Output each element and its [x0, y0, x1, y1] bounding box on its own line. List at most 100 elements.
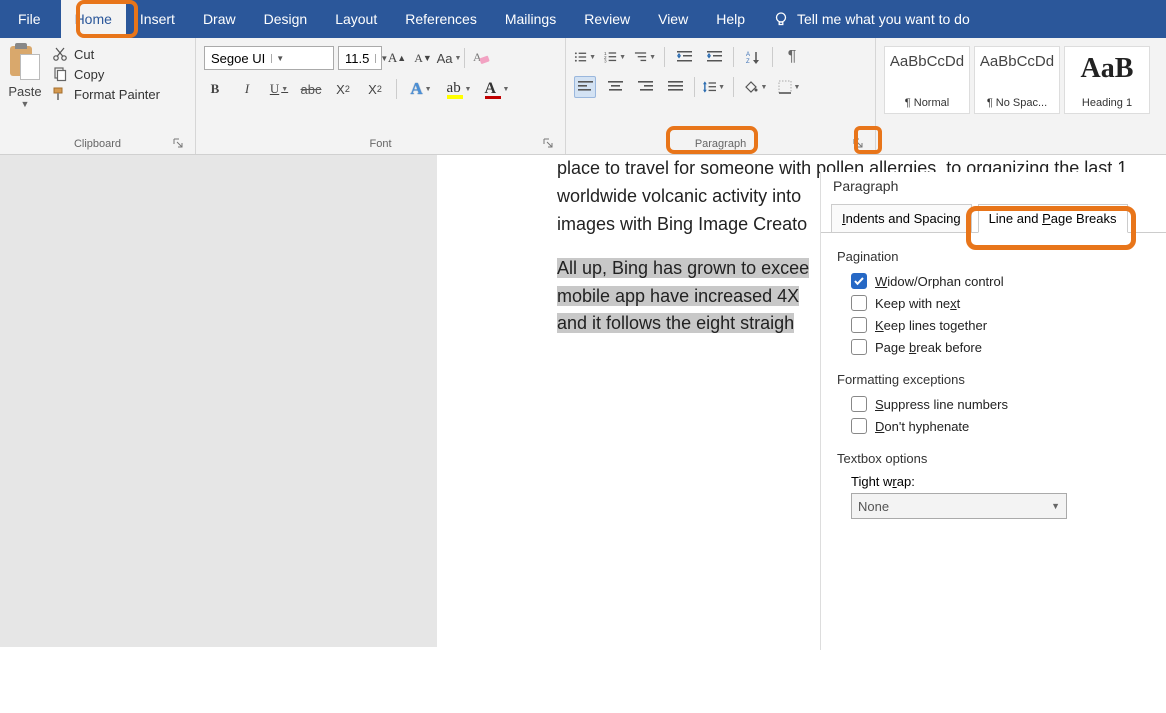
cut-button[interactable]: Cut [52, 46, 160, 62]
font-name-combo[interactable]: Segoe UI ▼ [204, 46, 334, 70]
group-styles: AaBbCcDd ¶ Normal AaBbCcDd ¶ No Spac... … [876, 38, 1166, 154]
separator [733, 77, 734, 97]
tab-draw[interactable]: Draw [189, 0, 250, 38]
tab-view[interactable]: View [644, 0, 702, 38]
checkbox-icon [851, 295, 867, 311]
checkbox-suppress-line-numbers[interactable]: Suppress line numbers [837, 393, 1150, 415]
chevron-down-icon: ▼ [271, 54, 284, 63]
numbering-button[interactable]: 123 ▼ [604, 46, 626, 68]
superscript-button[interactable]: X2 [364, 78, 386, 100]
dialog-tab-indents[interactable]: Indents and Spacing [831, 204, 972, 233]
highlight-button[interactable]: ab▼ [445, 78, 473, 100]
tab-mailings[interactable]: Mailings [491, 0, 570, 38]
tab-insert[interactable]: Insert [126, 0, 189, 38]
align-center-button[interactable] [604, 76, 626, 98]
increase-indent-button[interactable] [703, 46, 725, 68]
checkbox-icon [851, 317, 867, 333]
separator [772, 47, 773, 67]
checkbox-keep-with-next[interactable]: Keep with next [837, 292, 1150, 314]
paste-label: Paste [8, 84, 41, 99]
bullets-button[interactable]: ▼ [574, 46, 596, 68]
sort-button[interactable]: AZ [742, 46, 764, 68]
checkbox-page-break-before[interactable]: Page break before [837, 336, 1150, 358]
paste-icon [8, 44, 42, 82]
font-color-button[interactable]: A▼ [483, 78, 511, 100]
clear-formatting-button[interactable]: A [469, 47, 491, 69]
separator [664, 47, 665, 67]
line-spacing-button[interactable]: ▼ [703, 76, 725, 98]
style-name: ¶ No Spac... [979, 97, 1055, 109]
checkbox-icon [851, 418, 867, 434]
justify-button[interactable] [664, 76, 686, 98]
paste-dropdown-icon[interactable]: ▼ [21, 99, 30, 109]
dialog-title: Paragraph [821, 172, 1166, 204]
section-formatting-exceptions: Formatting exceptions [837, 372, 1150, 387]
group-font: Segoe UI ▼ 11.5 ▼ A▲ A▼ Aa▼ A B I U▼ [196, 38, 566, 154]
paintbrush-icon [52, 86, 68, 102]
text-effects-button[interactable]: A▼ [407, 78, 435, 100]
style-name: Heading 1 [1069, 97, 1145, 109]
bold-button[interactable]: B [204, 78, 226, 100]
font-size-combo[interactable]: 11.5 ▼ [338, 46, 382, 70]
below-doc [0, 647, 1166, 713]
tab-design[interactable]: Design [250, 0, 322, 38]
svg-text:A: A [746, 52, 750, 58]
tight-wrap-select[interactable]: None ▼ [851, 493, 1067, 519]
subscript-button[interactable]: X2 [332, 78, 354, 100]
grow-font-button[interactable]: A▲ [386, 47, 408, 69]
format-painter-label: Format Painter [74, 87, 160, 102]
tab-help[interactable]: Help [702, 0, 759, 38]
style-sample: AaBbCcDd [979, 53, 1055, 70]
checkbox-dont-hyphenate[interactable]: Don't hyphenate [837, 415, 1150, 437]
font-launcher-icon[interactable] [541, 136, 555, 150]
tell-me-search[interactable]: Tell me what you want to do [759, 0, 984, 38]
style-sample: AaB [1069, 53, 1145, 85]
style-sample: AaBbCcDd [889, 53, 965, 70]
checkbox-keep-lines-together[interactable]: Keep lines together [837, 314, 1150, 336]
group-label-clipboard: Clipboard [6, 135, 189, 154]
cut-label: Cut [74, 47, 94, 62]
tab-bar: File Home Insert Draw Design Layout Refe… [0, 0, 1166, 38]
section-textbox-options: Textbox options [837, 451, 1150, 466]
multilevel-list-button[interactable]: ▼ [634, 46, 656, 68]
section-pagination: Pagination [837, 249, 1150, 264]
font-size-value: 11.5 [345, 51, 369, 66]
gutter [0, 155, 437, 647]
paste-button[interactable]: Paste ▼ [6, 42, 48, 135]
tab-layout[interactable]: Layout [321, 0, 391, 38]
tab-review[interactable]: Review [570, 0, 644, 38]
align-right-button[interactable] [634, 76, 656, 98]
strikethrough-button[interactable]: abc [300, 78, 322, 100]
checkbox-widow-orphan[interactable]: Widow/Orphan control [837, 270, 1150, 292]
shrink-font-button[interactable]: A▼ [412, 47, 434, 69]
tab-references[interactable]: References [391, 0, 491, 38]
borders-button[interactable]: ▼ [776, 76, 802, 98]
align-left-button[interactable] [574, 76, 596, 98]
underline-button[interactable]: U▼ [268, 78, 290, 100]
group-label-paragraph: Paragraph [572, 135, 869, 154]
group-clipboard: Paste ▼ Cut Copy [0, 38, 196, 154]
format-painter-button[interactable]: Format Painter [52, 86, 160, 102]
style-no-spacing[interactable]: AaBbCcDd ¶ No Spac... [974, 46, 1060, 114]
checkbox-icon [851, 339, 867, 355]
shading-button[interactable]: ▼ [742, 76, 768, 98]
italic-button[interactable]: I [236, 78, 258, 100]
change-case-button[interactable]: Aa▼ [438, 47, 460, 69]
svg-text:3: 3 [604, 59, 607, 64]
dialog-tab-line-page-breaks[interactable]: Line and Page Breaks [978, 204, 1128, 233]
style-heading1[interactable]: AaB Heading 1 [1064, 46, 1150, 114]
copy-label: Copy [74, 67, 104, 82]
ribbon: Paste ▼ Cut Copy [0, 38, 1166, 155]
separator [733, 47, 734, 67]
checkbox-icon [851, 396, 867, 412]
clipboard-launcher-icon[interactable] [171, 136, 185, 150]
decrease-indent-button[interactable] [673, 46, 695, 68]
font-name-value: Segoe UI [211, 51, 265, 66]
style-normal[interactable]: AaBbCcDd ¶ Normal [884, 46, 970, 114]
show-marks-button[interactable]: ¶ [781, 46, 803, 68]
tab-file[interactable]: File [0, 0, 61, 38]
tab-home[interactable]: Home [61, 0, 126, 38]
paragraph-launcher-icon[interactable] [851, 136, 865, 150]
separator [396, 79, 397, 99]
copy-button[interactable]: Copy [52, 66, 160, 82]
